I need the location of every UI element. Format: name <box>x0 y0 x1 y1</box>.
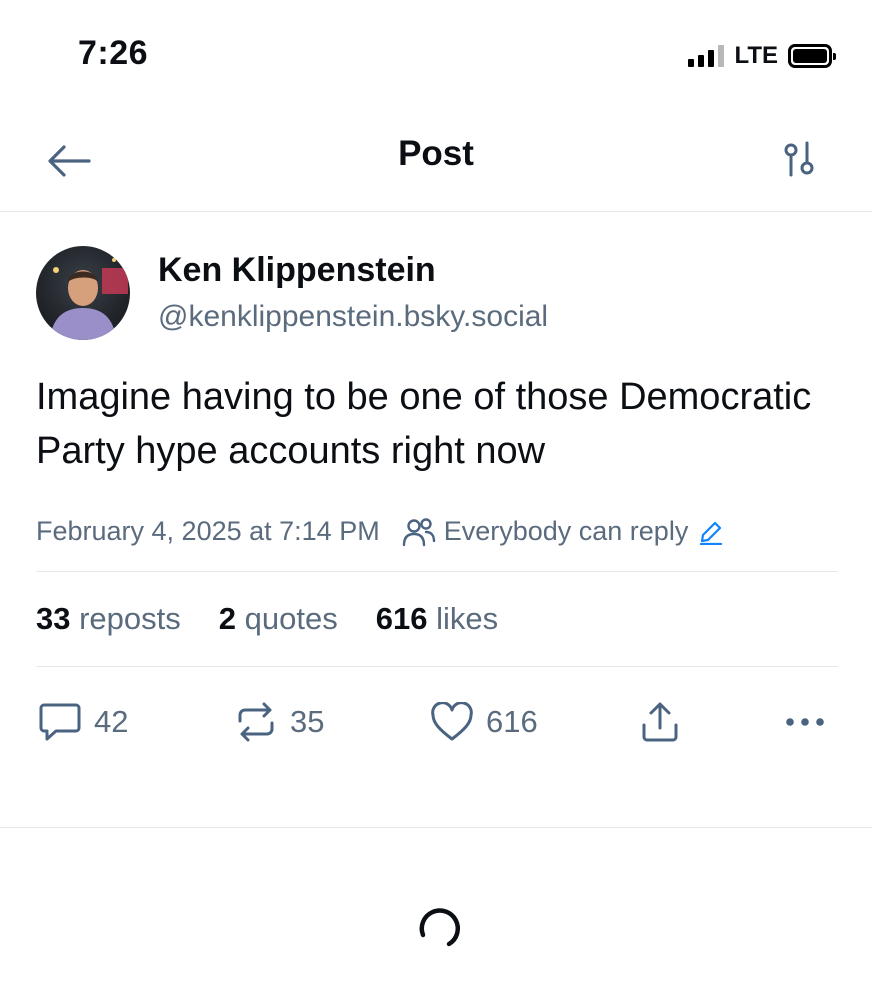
likes-label: likes <box>436 601 499 636</box>
likes-count: 616 <box>375 601 428 636</box>
pencil-icon[interactable] <box>698 519 724 545</box>
like-button[interactable]: 616 <box>430 702 538 742</box>
reposts-stat[interactable]: 33 reposts <box>36 601 181 637</box>
more-options-button[interactable] <box>784 716 826 728</box>
share-button[interactable] <box>640 701 680 743</box>
battery-icon <box>788 44 836 68</box>
post-text: Imagine having to be one of those Democr… <box>36 376 812 472</box>
reposts-label: reposts <box>79 601 181 636</box>
sliders-icon <box>784 141 814 177</box>
status-bar: 7:26 LTE <box>0 0 872 110</box>
post-timestamp: February 4, 2025 at 7:14 PM <box>36 516 380 546</box>
repost-icon <box>238 702 274 742</box>
people-icon <box>402 517 435 546</box>
thread-settings-button[interactable] <box>774 134 824 184</box>
post: Ken Klippenstein @kenklippenstein.bsky.s… <box>36 246 838 777</box>
likes-stat[interactable]: 616 likes <box>376 601 498 637</box>
reply-button[interactable]: 42 <box>38 701 128 743</box>
like-count: 616 <box>486 704 538 739</box>
status-indicators: LTE <box>688 42 836 70</box>
post-header: Post <box>0 110 872 212</box>
reply-count: 42 <box>94 704 129 739</box>
quotes-stat[interactable]: 2 quotes <box>219 601 338 637</box>
reposts-count: 33 <box>36 601 71 636</box>
comment-icon <box>39 703 81 741</box>
reply-settings-label: Everybody can reply <box>443 516 689 546</box>
reply-settings[interactable]: Everybody can reply <box>402 516 733 547</box>
post-stats: 33 reposts 2 quotes 616 likes <box>36 571 838 667</box>
post-author: Ken Klippenstein @kenklippenstein.bsky.s… <box>36 246 838 340</box>
ellipsis-icon <box>786 718 824 726</box>
divider <box>0 827 872 828</box>
author-name[interactable]: Ken Klippenstein <box>158 248 548 292</box>
post-meta: February 4, 2025 at 7:14 PM Everybody ca… <box>36 516 838 547</box>
signal-strength-icon <box>688 45 725 67</box>
loading-spinner-icon <box>419 908 460 947</box>
repost-count: 35 <box>290 704 325 739</box>
avatar[interactable] <box>36 246 130 340</box>
network-type: LTE <box>734 42 778 69</box>
repost-button[interactable]: 35 <box>234 701 324 743</box>
author-handle[interactable]: @kenklippenstein.bsky.social <box>158 296 548 338</box>
quotes-count: 2 <box>218 601 237 636</box>
heart-icon <box>431 702 473 741</box>
quotes-label: quotes <box>244 601 338 636</box>
page-title: Post <box>398 134 474 173</box>
share-icon <box>642 702 678 742</box>
post-actions: 42 35 616 <box>36 667 838 777</box>
status-time: 7:26 <box>78 34 149 72</box>
